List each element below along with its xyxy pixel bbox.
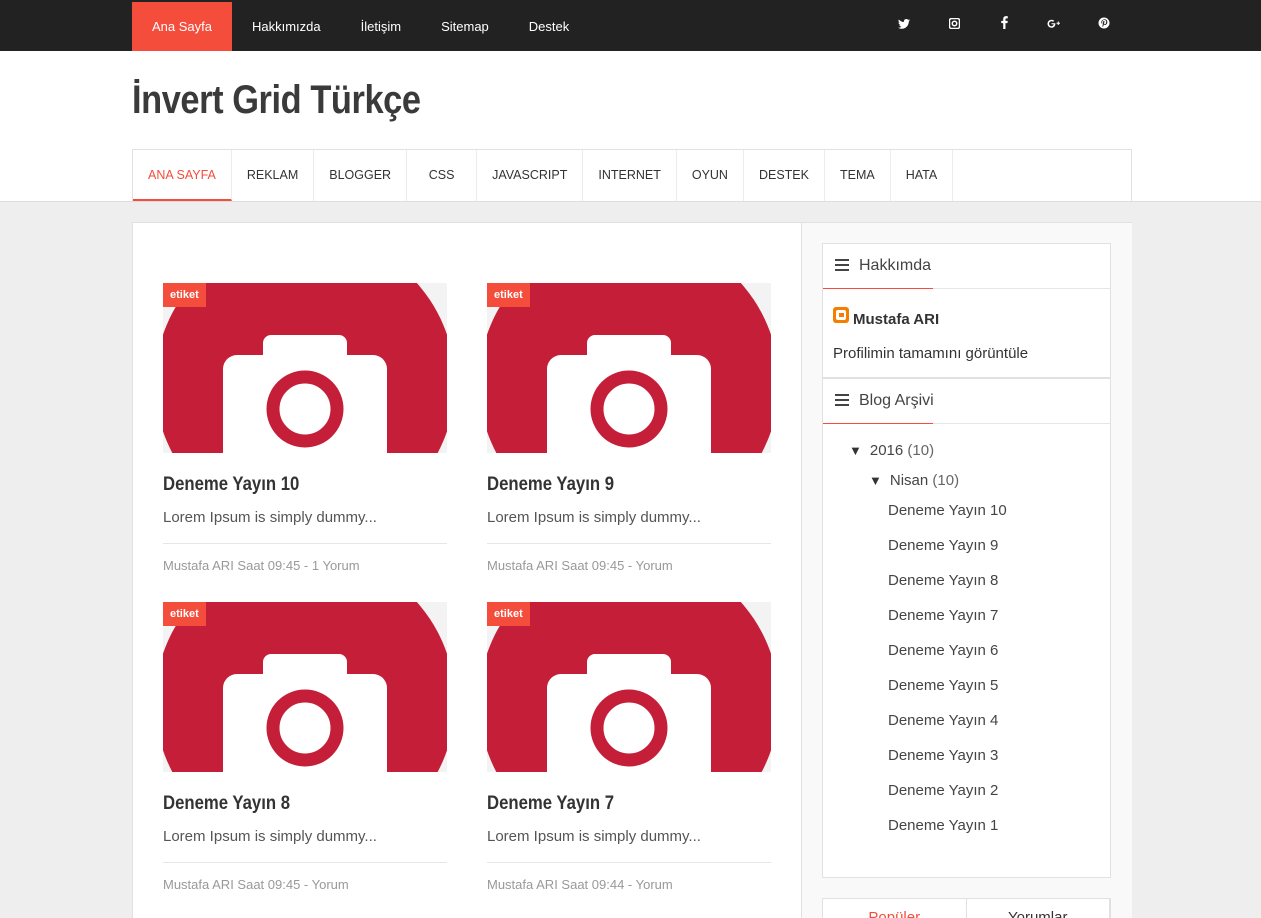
google-plus-icon[interactable] (1029, 0, 1079, 51)
pinterest-icon[interactable] (1079, 0, 1129, 51)
site-title[interactable]: İnvert Grid Türkçe (132, 78, 421, 123)
blogger-icon (833, 307, 849, 323)
post-thumbnail[interactable]: etiket (487, 283, 771, 453)
post-meta: Mustafa ARI Saat 09:45 - Yorum (163, 862, 447, 892)
instagram-icon[interactable] (929, 0, 979, 51)
nav-destek[interactable]: DESTEK (744, 150, 825, 201)
post-title[interactable]: Deneme Yayın 7 (487, 793, 737, 815)
archive-post-link[interactable]: Deneme Yayın 9 (888, 537, 998, 554)
top-menu-item-iletisim[interactable]: İletişim (341, 2, 421, 51)
post-title[interactable]: Deneme Yayın 10 (163, 474, 413, 496)
post-snippet: Lorem Ipsum is simply dummy... (163, 509, 377, 526)
post-tag[interactable]: etiket (163, 602, 206, 626)
post-thumbnail[interactable]: etiket (163, 602, 447, 772)
nav-tema[interactable]: TEMA (825, 150, 891, 201)
widget-title: Hakkımda (859, 257, 932, 274)
archive-post-link[interactable]: Deneme Yayın 10 (888, 502, 1007, 519)
archive-post-link[interactable]: Deneme Yayın 7 (888, 607, 998, 624)
archive-month[interactable]: ▼ Nisan (10) (869, 472, 959, 489)
nav-hata[interactable]: HATA (891, 150, 954, 201)
camera-icon (163, 602, 447, 772)
nav-reklam[interactable]: REKLAM (232, 150, 315, 201)
post-meta: Mustafa ARI Saat 09:45 - 1 Yorum (163, 543, 447, 573)
social-links (879, 0, 1129, 51)
archive-year[interactable]: ▼ 2016 (10) (849, 442, 934, 459)
post-meta: Mustafa ARI Saat 09:44 - Yorum (487, 862, 771, 892)
post-card: etiket Deneme Yayın 10 Lorem Ipsum is si… (163, 283, 447, 573)
top-menu: Ana Sayfa Hakkımızda İletişim Sitemap De… (132, 2, 589, 51)
about-widget: Hakkımda Mustafa ARI Profilimin tamamını… (822, 243, 1111, 378)
post-card: etiket Deneme Yayın 7 Lorem Ipsum is sim… (487, 602, 771, 892)
post-tag[interactable]: etiket (487, 283, 530, 307)
archive-post-link[interactable]: Deneme Yayın 4 (888, 712, 998, 729)
nav-javascript[interactable]: JAVASCRIPT (477, 150, 584, 201)
archive-post-link[interactable]: Deneme Yayın 3 (888, 747, 998, 764)
triangle-down-icon[interactable]: ▼ (869, 473, 882, 488)
top-menu-item-sitemap[interactable]: Sitemap (421, 2, 509, 51)
post-title[interactable]: Deneme Yayın 9 (487, 474, 737, 496)
archive-widget: Blog Arşivi ▼ 2016 (10) ▼ Nisan (10) Denem… (822, 378, 1111, 878)
archive-post-link[interactable]: Deneme Yayın 8 (888, 572, 998, 589)
menu-icon (835, 259, 849, 271)
post-title[interactable]: Deneme Yayın 8 (163, 793, 413, 815)
archive-post-link[interactable]: Deneme Yayın 1 (888, 817, 998, 834)
camera-icon (163, 283, 447, 453)
post-thumbnail[interactable]: etiket (487, 602, 771, 772)
archive-post-link[interactable]: Deneme Yayın 6 (888, 642, 998, 659)
top-menu-item-ana-sayfa[interactable]: Ana Sayfa (132, 2, 232, 51)
twitter-icon[interactable] (879, 0, 929, 51)
site-header: İnvert Grid Türkçe ANA SAYFA REKLAM BLOG… (0, 51, 1261, 202)
post-snippet: Lorem Ipsum is simply dummy... (163, 828, 377, 845)
post-meta: Mustafa ARI Saat 09:45 - Yorum (487, 543, 771, 573)
nav-oyun[interactable]: OYUN (677, 150, 744, 201)
profile-link[interactable]: Profilimin tamamını görüntüle (833, 345, 1028, 362)
camera-icon (487, 283, 771, 453)
tab-populer[interactable]: Popüler (823, 899, 967, 918)
archive-post-link[interactable]: Deneme Yayın 5 (888, 677, 998, 694)
post-tag[interactable]: etiket (163, 283, 206, 307)
widget-header: Hakkımda (823, 244, 1110, 289)
facebook-icon[interactable] (979, 0, 1029, 51)
nav-internet[interactable]: INTERNET (583, 150, 677, 201)
tab-yorumlar[interactable]: Yorumlar (967, 899, 1110, 918)
post-card: etiket Deneme Yayın 8 Lorem Ipsum is sim… (163, 602, 447, 892)
popular-tabs: Popüler Yorumlar (822, 898, 1111, 918)
post-tag[interactable]: etiket (487, 602, 530, 626)
post-thumbnail[interactable]: etiket (163, 283, 447, 453)
post-snippet: Lorem Ipsum is simply dummy... (487, 828, 701, 845)
widget-title: Blog Arşivi (859, 392, 934, 409)
post-snippet: Lorem Ipsum is simply dummy... (487, 509, 701, 526)
archive-post-link[interactable]: Deneme Yayın 2 (888, 782, 998, 799)
content-area: etiket Deneme Yayın 10 Lorem Ipsum is si… (132, 222, 1132, 918)
widget-header: Blog Arşivi (823, 379, 1110, 424)
menu-icon (835, 394, 849, 406)
triangle-down-icon[interactable]: ▼ (849, 443, 862, 458)
top-menu-item-destek[interactable]: Destek (509, 2, 589, 51)
profile-name[interactable]: Mustafa ARI (853, 311, 939, 328)
top-bar: Ana Sayfa Hakkımızda İletişim Sitemap De… (0, 0, 1261, 51)
main-nav: ANA SAYFA REKLAM BLOGGER CSS JAVASCRIPT … (132, 149, 1132, 201)
nav-blogger[interactable]: BLOGGER (314, 150, 408, 201)
nav-ana-sayfa[interactable]: ANA SAYFA (133, 150, 232, 201)
camera-icon (487, 602, 771, 772)
post-card: etiket Deneme Yayın 9 Lorem Ipsum is sim… (487, 283, 771, 573)
nav-css[interactable]: CSS (407, 150, 478, 201)
top-menu-item-hakkimizda[interactable]: Hakkımızda (232, 2, 341, 51)
